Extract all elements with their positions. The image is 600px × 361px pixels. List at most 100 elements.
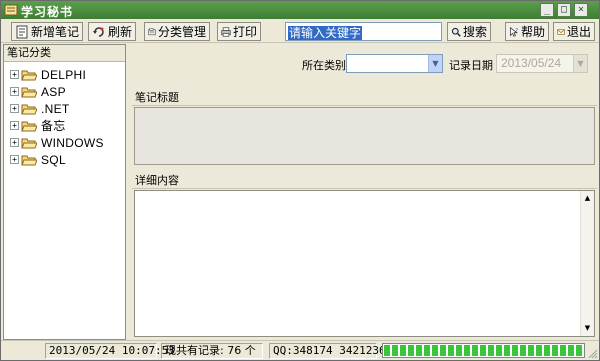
progress-segment [384,345,390,356]
tree-item[interactable]: + DELPHI [10,66,125,83]
progress-segment [560,345,566,356]
tree-item-label: WINDOWS [41,135,104,150]
progress-bar [382,343,585,358]
progress-segment [568,345,574,356]
progress-segment [576,345,582,356]
add-note-button[interactable]: 新增笔记 [11,22,83,41]
minimize-button[interactable]: _ [540,3,554,17]
progress-segment [448,345,454,356]
notebook-icon [16,25,28,38]
progress-segment [504,345,510,356]
add-note-label: 新增笔记 [30,25,79,39]
note-title-field[interactable] [134,107,595,165]
progress-segment [408,345,414,356]
help-label: 帮助 [520,25,545,39]
progress-segment [416,345,422,356]
category-manage-label: 分类管理 [157,25,206,39]
tree-item[interactable]: + .NET [10,100,125,117]
folder-icon [21,70,37,80]
progress-segment [440,345,446,356]
tree-item-label: .NET [41,101,70,116]
progress-segment [496,345,502,356]
tree-item-label: SQL [41,152,66,167]
exit-button[interactable]: 退出 [553,22,595,41]
search-input[interactable]: 请输入关键字 [285,22,442,41]
print-label: 打印 [232,25,257,39]
progress-segment [512,345,518,356]
note-title-label: 笔记标题 [132,90,597,106]
expand-icon[interactable]: + [10,104,19,113]
svg-text:?: ? [515,28,518,34]
progress-segment [400,345,406,356]
folder-icon [21,138,37,148]
window-title: 学习秘书 [21,5,74,19]
progress-segment [432,345,438,356]
date-picker[interactable]: 2013/05/24 ▼ [496,54,588,73]
category-manage-button[interactable]: 分类管理 [144,22,210,41]
expand-icon[interactable]: + [10,138,19,147]
status-bar: 2013/05/24 10:07:53 现共有记录: 76 个 QQ:34817… [1,340,599,360]
title-bar[interactable]: 学习秘书 _ □ × [1,1,599,19]
status-record-count: 现共有记录: 76 个 [161,343,263,359]
folder-icon [21,87,37,97]
expand-icon[interactable]: + [10,121,19,130]
progress-segment [480,345,486,356]
refresh-label: 刷新 [107,25,132,39]
magnifier-icon [451,27,461,37]
folder-icon [21,155,37,165]
refresh-button[interactable]: 刷新 [88,22,136,41]
tree-item[interactable]: + WINDOWS [10,134,125,151]
tree-item[interactable]: + SQL [10,151,125,168]
maximize-button[interactable]: □ [557,3,571,17]
progress-segment [528,345,534,356]
category-select[interactable]: ▼ [346,54,443,73]
resize-grip-icon[interactable] [587,348,598,359]
tree-item[interactable]: + 备忘 [10,117,125,134]
toolbar: 新增笔记 刷新 分类管理 打印 请输入关键字 搜索 ? 帮助 退出 [1,20,599,43]
print-button[interactable]: 打印 [217,22,261,41]
app-window: 学习秘书 _ □ × 新增笔记 刷新 分类管理 打印 请输入关键字 搜索 ? 帮… [0,0,600,361]
expand-icon[interactable]: + [10,155,19,164]
category-panel-title: 笔记分类 [4,45,125,62]
exit-icon [557,28,565,35]
status-qq: QQ:348174 3421236 [269,343,386,359]
progress-segment [536,345,542,356]
search-button-label: 搜索 [462,25,487,39]
progress-segment [488,345,494,356]
vertical-scrollbar[interactable]: ▲ ▼ [580,191,594,336]
progress-segment [464,345,470,356]
tree-item-label: DELPHI [41,67,87,82]
scroll-down-icon[interactable]: ▼ [581,322,594,335]
date-picker-value: 2013/05/24 [501,56,562,70]
tree-item-label: 备忘 [41,119,66,133]
exit-label: 退出 [566,25,591,39]
expand-icon[interactable]: + [10,70,19,79]
search-button[interactable]: 搜索 [447,22,491,41]
refresh-icon [92,26,104,37]
help-icon: ? [510,26,518,37]
app-icon [4,4,18,16]
status-datetime: 2013/05/24 10:07:53 [45,343,175,359]
progress-segment [552,345,558,356]
category-filter-label: 所在类别 [302,59,346,72]
expand-icon[interactable]: + [10,87,19,96]
date-filter-label: 记录日期 [449,59,493,72]
progress-segment [472,345,478,356]
folder-icon [21,121,37,131]
folder-icon [21,104,37,114]
chevron-down-icon[interactable]: ▼ [428,55,442,72]
tree-item-label: ASP [41,84,66,99]
close-button[interactable]: × [574,3,588,17]
scroll-up-icon[interactable]: ▲ [581,192,594,205]
category-icon [148,27,156,35]
note-detail-field[interactable]: ▲ ▼ [134,190,595,337]
search-input-value: 请输入关键字 [288,26,363,40]
progress-segment [456,345,462,356]
help-button[interactable]: ? 帮助 [505,22,549,41]
progress-segment [392,345,398,356]
progress-segment [544,345,550,356]
chevron-down-icon[interactable]: ▼ [573,55,587,72]
tree-item[interactable]: + ASP [10,83,125,100]
progress-segment [520,345,526,356]
printer-icon [221,26,231,37]
